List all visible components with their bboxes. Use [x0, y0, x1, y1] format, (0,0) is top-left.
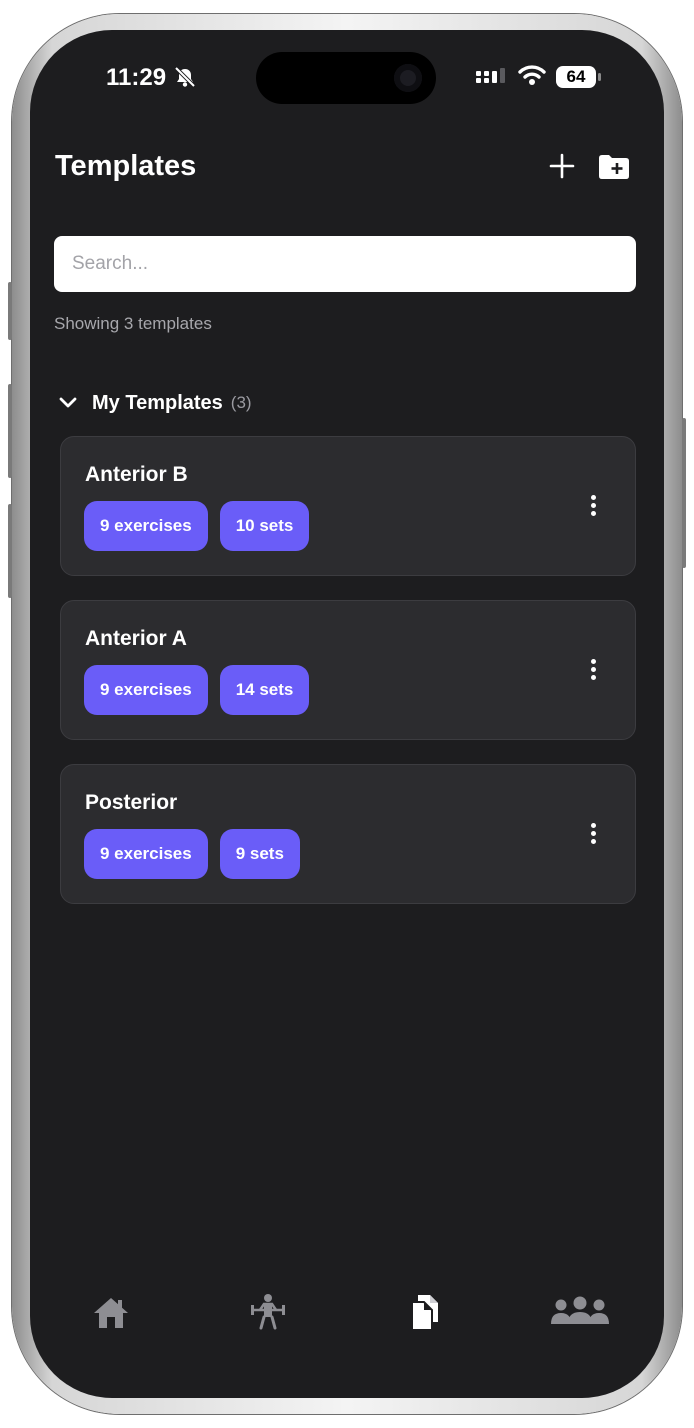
weightlifting-icon[interactable]: [248, 1292, 288, 1332]
social-group-icon[interactable]: [550, 1292, 610, 1332]
sets-badge: 9 sets: [219, 829, 300, 879]
sets-badge: 10 sets: [219, 501, 310, 551]
search-input[interactable]: [54, 236, 636, 292]
plus-icon[interactable]: [548, 152, 576, 180]
section-count: (3): [230, 393, 252, 412]
more-options-icon[interactable]: [581, 659, 605, 683]
status-time: 11:29: [106, 64, 167, 91]
status-bar: 11:29 64: [30, 30, 664, 130]
template-name: Posterior: [85, 791, 178, 814]
more-options-icon[interactable]: [581, 495, 605, 519]
template-stats: 9 exercises 9 sets: [84, 829, 300, 879]
front-camera: [394, 64, 422, 92]
exercises-badge: 9 exercises: [84, 501, 208, 551]
battery-indicator: 64: [556, 66, 596, 88]
template-card[interactable]: Anterior B 9 exercises 10 sets: [60, 436, 636, 576]
home-icon[interactable]: [92, 1292, 130, 1332]
section-my-templates-header[interactable]: My Templates (3): [58, 388, 252, 418]
wifi-icon: [518, 65, 546, 85]
folder-plus-icon[interactable]: [598, 154, 630, 180]
templates-count-text: Showing 3 templates: [54, 314, 212, 333]
sets-badge: 14 sets: [219, 665, 310, 715]
page-title: Templates: [55, 150, 197, 182]
chevron-down-icon: [59, 397, 77, 408]
dynamic-island: [256, 52, 436, 104]
template-card[interactable]: Posterior 9 exercises 9 sets: [60, 764, 636, 904]
side-button-volume-up: [8, 384, 12, 478]
template-stats: 9 exercises 14 sets: [84, 665, 310, 715]
template-name: Anterior B: [85, 463, 188, 486]
app-screen: 11:29 64 Templates Search... Showing 3 t…: [30, 30, 664, 1398]
exercises-badge: 9 exercises: [84, 829, 208, 879]
template-stats: 9 exercises 10 sets: [84, 501, 310, 551]
cellular-signal-icon: [476, 68, 505, 83]
more-options-icon[interactable]: [581, 823, 605, 847]
exercises-badge: 9 exercises: [84, 665, 208, 715]
side-button-action: [8, 282, 12, 340]
side-button-volume-down: [8, 504, 12, 598]
section-title: My Templates: [92, 391, 223, 414]
template-card[interactable]: Anterior A 9 exercises 14 sets: [60, 600, 636, 740]
side-button-power: [682, 418, 686, 568]
templates-icon[interactable]: [408, 1292, 442, 1332]
bell-slash-icon: [174, 66, 196, 88]
battery-tip: [598, 73, 601, 81]
template-name: Anterior A: [85, 627, 187, 650]
